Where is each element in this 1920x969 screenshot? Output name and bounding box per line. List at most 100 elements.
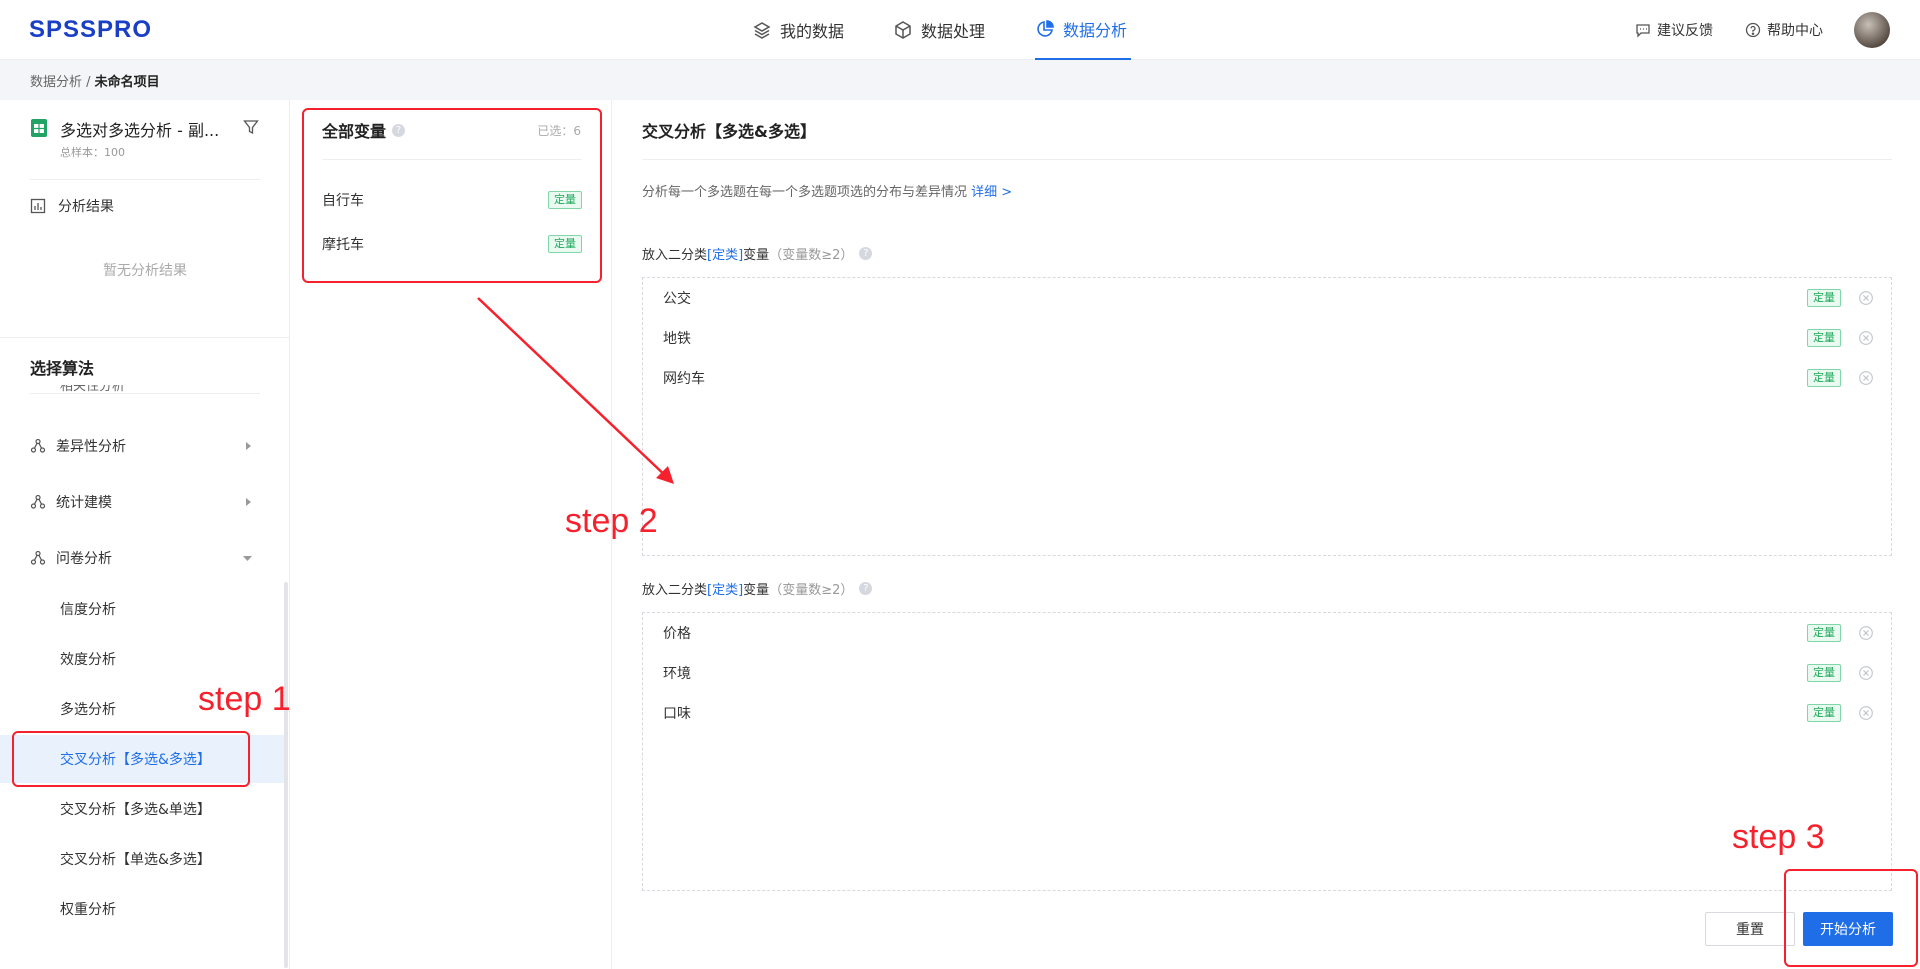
algo-group-label: 统计建模: [56, 495, 112, 511]
panel-description: 分析每一个多选题在每一个多选题项选的分布与差异情况 详细 >: [642, 181, 1012, 200]
nodes-icon: [30, 438, 46, 453]
nodes-icon: [30, 494, 46, 509]
zone-item-name: 环境: [663, 666, 691, 682]
remove-icon[interactable]: [1859, 706, 1873, 720]
drop-zone-1[interactable]: 公交 定量 地铁 定量 网约车 定量: [642, 277, 1892, 556]
algo-group-modeling[interactable]: 统计建模: [30, 492, 252, 512]
filter-icon[interactable]: [243, 119, 259, 135]
algorithm-heading: 选择算法: [30, 359, 95, 378]
pie-chart-icon: [1037, 20, 1054, 37]
nav-label: 数据分析: [1063, 21, 1128, 40]
zone-item-tag: 定量: [1807, 329, 1841, 347]
message-icon: [1636, 24, 1650, 38]
zone-item[interactable]: 地铁 定量: [643, 318, 1893, 358]
app-logo[interactable]: SPSSPRO: [29, 16, 152, 44]
remove-icon[interactable]: [1859, 626, 1873, 640]
description-text: 分析每一个多选题在每一个多选题项选的分布与差异情况: [642, 185, 968, 200]
zone-item[interactable]: 公交 定量: [643, 278, 1893, 318]
step1-label: step 1: [198, 680, 291, 718]
breadcrumb: 数据分析 / 未命名项目: [30, 71, 160, 90]
breadcrumb-current: 未命名项目: [94, 75, 160, 90]
nav-data-analysis[interactable]: 数据分析: [1035, 0, 1131, 60]
bar-chart-icon: [30, 198, 46, 214]
help-label: 帮助中心: [1767, 23, 1823, 39]
question-icon: [1745, 22, 1761, 38]
panel-title: 交叉分析【多选&多选】: [642, 122, 816, 141]
no-results-text: 暂无分析结果: [103, 263, 187, 279]
help-center-link[interactable]: 帮助中心: [1745, 20, 1823, 40]
algo-group-label: 差异性分析: [56, 439, 126, 455]
zone-item-tag: 定量: [1807, 289, 1841, 307]
spreadsheet-icon: [31, 119, 47, 137]
sidebar-scrollbar[interactable]: [284, 582, 288, 968]
algo-cross-single-multi[interactable]: 交叉分析【单选&多选】: [0, 835, 284, 883]
nav-label: 我的数据: [780, 22, 845, 41]
analysis-config-panel: 交叉分析【多选&多选】 分析每一个多选题在每一个多选题项选的分布与差异情况 详细…: [612, 100, 1920, 969]
avatar[interactable]: [1854, 12, 1890, 48]
zone1-label: 放入二分类 [定类] 变量 （变量数≥2） ?: [642, 244, 873, 263]
nodes-icon: [30, 550, 46, 565]
feedback-label: 建议反馈: [1657, 23, 1713, 39]
algo-cross-multi-single[interactable]: 交叉分析【多选&单选】: [0, 785, 284, 833]
step2-label: step 2: [565, 502, 658, 540]
divider: [30, 179, 260, 180]
layers-icon: [753, 22, 771, 39]
nav-my-data[interactable]: 我的数据: [752, 0, 844, 60]
zone-label-prefix: 放入二分类: [642, 583, 708, 598]
zone-item[interactable]: 环境 定量: [643, 653, 1893, 693]
divider: [642, 159, 1892, 160]
top-bar: SPSSPRO 我的数据 数据处理 数据分析 建议反馈 帮助中心: [0, 0, 1920, 60]
zone-item[interactable]: 口味 定量: [643, 693, 1893, 733]
dataset-title[interactable]: 多选对多选分析 - 副...: [60, 117, 220, 141]
zone-item-name: 口味: [663, 706, 691, 722]
dataset-sample-count: 总样本：100: [60, 146, 125, 159]
cube-icon: [895, 21, 911, 39]
zone-label-prefix: 放入二分类: [642, 248, 708, 263]
help-icon[interactable]: ?: [859, 582, 873, 595]
zone-label-suffix: 变量: [743, 583, 770, 598]
zone-label-type: [定类]: [707, 248, 744, 263]
drop-zone-2[interactable]: 价格 定量 环境 定量 口味 定量: [642, 612, 1892, 891]
step1-highlight: [12, 731, 250, 787]
step3-highlight: [1784, 869, 1918, 967]
remove-icon[interactable]: [1859, 371, 1873, 385]
reset-button[interactable]: 重置: [1705, 912, 1795, 946]
zone-item-name: 价格: [663, 626, 691, 642]
nav-data-processing[interactable]: 数据处理: [893, 0, 985, 60]
step2-highlight: [302, 108, 602, 283]
zone-item-tag: 定量: [1807, 369, 1841, 387]
remove-icon[interactable]: [1859, 666, 1873, 680]
zone-label-type: [定类]: [707, 583, 744, 598]
zone-item-tag: 定量: [1807, 704, 1841, 722]
remove-icon[interactable]: [1859, 331, 1873, 345]
breadcrumb-bar: 数据分析 / 未命名项目: [0, 60, 1920, 100]
algo-group-difference[interactable]: 差异性分析: [30, 436, 252, 456]
nav-label: 数据处理: [921, 22, 986, 41]
breadcrumb-parent[interactable]: 数据分析 /: [30, 75, 91, 90]
step2-arrow: [477, 297, 674, 484]
zone-label-suffix: 变量: [743, 248, 770, 263]
algo-reliability[interactable]: 信度分析: [0, 585, 284, 633]
zone-label-hint: （变量数≥2）: [769, 248, 854, 263]
analysis-results-label: 分析结果: [58, 199, 114, 215]
step3-label: step 3: [1732, 818, 1825, 856]
analysis-results-item[interactable]: 分析结果: [30, 196, 114, 216]
algorithm-cut-item: 相关性分析: [60, 385, 126, 394]
help-icon[interactable]: ?: [859, 247, 873, 260]
remove-icon[interactable]: [1859, 291, 1873, 305]
divider: [0, 337, 290, 338]
zone-item[interactable]: 网约车 定量: [643, 358, 1893, 398]
zone-label-hint: （变量数≥2）: [769, 583, 854, 598]
caret-right-icon: [246, 498, 251, 506]
caret-down-icon: [243, 556, 252, 561]
zone-item[interactable]: 价格 定量: [643, 613, 1893, 653]
algo-group-label: 问卷分析: [56, 551, 112, 567]
detail-link[interactable]: 详细 >: [971, 185, 1012, 200]
left-sidebar: 多选对多选分析 - 副... 总样本：100 分析结果 暂无分析结果 选择算法 …: [0, 100, 290, 969]
feedback-link[interactable]: 建议反馈: [1635, 20, 1713, 40]
algo-validity[interactable]: 效度分析: [0, 635, 284, 683]
zone-item-tag: 定量: [1807, 624, 1841, 642]
algo-group-questionnaire[interactable]: 问卷分析: [30, 548, 252, 568]
caret-right-icon: [246, 442, 251, 450]
algo-weight[interactable]: 权重分析: [0, 885, 284, 933]
